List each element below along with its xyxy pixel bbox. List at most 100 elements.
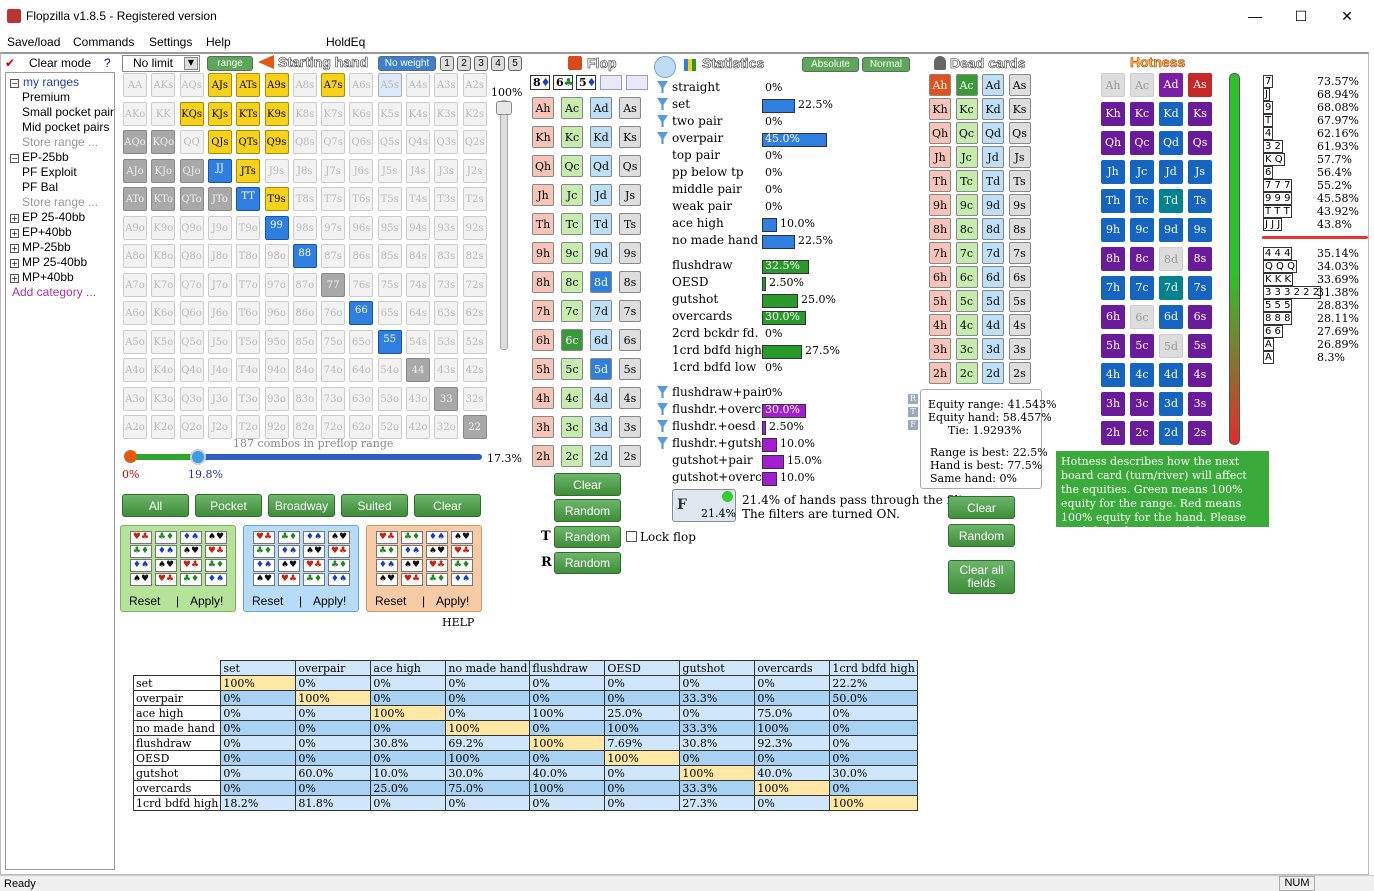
suit-combo-icon[interactable]: ♣♦ bbox=[253, 545, 275, 558]
hand-cell-K7o[interactable]: K7o bbox=[151, 272, 176, 297]
flop-card-7s[interactable]: 7s bbox=[619, 300, 641, 322]
vertical-slider[interactable] bbox=[500, 100, 508, 350]
weight-3-button[interactable]: 3 bbox=[474, 56, 488, 71]
hand-cell-T2s[interactable]: T2s bbox=[462, 187, 487, 211]
tree-item[interactable]: EP 25-40bb bbox=[22, 210, 110, 224]
weight-2-button[interactable]: 2 bbox=[457, 56, 471, 71]
suit-combo-icon[interactable]: ♥♣ bbox=[451, 545, 473, 558]
hand-cell-Q4o[interactable]: Q4o bbox=[179, 358, 204, 382]
hand-cell-Q5o[interactable]: Q5o bbox=[179, 329, 204, 354]
flop-card-5d[interactable]: 5d bbox=[590, 358, 612, 380]
dead-card-2d[interactable]: 2d bbox=[982, 362, 1004, 384]
maximize-button[interactable]: ☐ bbox=[1278, 0, 1324, 32]
hand-cell-KQo[interactable]: KQo bbox=[151, 130, 176, 154]
suit-combo-icon[interactable]: ♣♦ bbox=[180, 573, 202, 586]
flop-card-9s[interactable]: 9s bbox=[619, 242, 641, 264]
hand-cell-33[interactable]: 33 bbox=[434, 386, 459, 411]
hand-cell-53o[interactable]: 53o bbox=[377, 386, 402, 411]
suit-combo-icon[interactable]: ♣♦ bbox=[155, 531, 177, 544]
flop-card-9c[interactable]: 9c bbox=[561, 242, 583, 264]
hand-cell-A6o[interactable]: A6o bbox=[123, 301, 147, 325]
hand-cell-A8o[interactable]: A8o bbox=[123, 244, 147, 268]
hand-cell-A3s[interactable]: A3s bbox=[434, 73, 459, 97]
hand-cell-95o[interactable]: 95o bbox=[264, 329, 289, 354]
hand-cell-Q3o[interactable]: Q3o bbox=[179, 386, 204, 411]
flop-card-8s[interactable]: 8s bbox=[619, 271, 641, 293]
suit-combo-icon[interactable]: ♥♣ bbox=[303, 559, 325, 572]
tree-item[interactable]: EP-25bb bbox=[22, 150, 110, 164]
expand-toggle-icon[interactable]: + bbox=[10, 229, 19, 238]
suit-combo-icon[interactable]: ♦♠ bbox=[426, 531, 448, 544]
expand-toggle-icon[interactable]: + bbox=[10, 274, 19, 283]
hand-cell-QTs[interactable]: QTs bbox=[236, 130, 261, 154]
dead-card-8c[interactable]: 8c bbox=[955, 218, 978, 240]
dead-card-3d[interactable]: 3d bbox=[982, 338, 1004, 360]
weight-1-button[interactable]: 1 bbox=[440, 56, 454, 71]
hand-cell-AKs[interactable]: AKs bbox=[151, 73, 176, 97]
hand-cell-AJs[interactable]: AJs bbox=[207, 73, 232, 97]
flop-card-As[interactable]: As bbox=[619, 97, 641, 119]
hand-cell-86s[interactable]: 86s bbox=[349, 244, 374, 268]
hand-cell-AKo[interactable]: AKo bbox=[123, 101, 147, 126]
hand-cell-T3s[interactable]: T3s bbox=[434, 187, 459, 211]
hand-cell-A7o[interactable]: A7o bbox=[123, 272, 147, 297]
vertical-slider-handle[interactable] bbox=[496, 101, 512, 115]
flop-card-Qh[interactable]: Qh bbox=[532, 155, 554, 177]
hand-cell-Q9s[interactable]: Q9s bbox=[264, 130, 289, 154]
hand-cell-Q7o[interactable]: Q7o bbox=[179, 272, 204, 297]
hand-cell-96s[interactable]: 96s bbox=[349, 215, 374, 240]
hand-cell-A4s[interactable]: A4s bbox=[406, 73, 430, 97]
hand-cell-K2o[interactable]: K2o bbox=[151, 415, 176, 439]
suit-combo-icon[interactable]: ♦♠ bbox=[451, 573, 473, 586]
hand-cell-J4o[interactable]: J4o bbox=[207, 358, 232, 382]
dead-card-9c[interactable]: 9c bbox=[955, 194, 978, 216]
hand-cell-QTo[interactable]: QTo bbox=[179, 187, 204, 211]
hand-cell-Q6o[interactable]: Q6o bbox=[179, 301, 204, 325]
flop-card-8c[interactable]: 8c bbox=[561, 271, 583, 293]
dead-card-9s[interactable]: 9s bbox=[1008, 194, 1031, 216]
hand-cell-92o[interactable]: 92o bbox=[264, 415, 289, 439]
menu-help[interactable]: Help bbox=[206, 35, 231, 49]
suit-combo-icon[interactable]: ♥♣ bbox=[130, 531, 152, 544]
range-slider-min-handle[interactable] bbox=[124, 450, 137, 463]
suit-combo-icon[interactable]: ♣♦ bbox=[130, 545, 152, 558]
tree-item[interactable]: MP 25-40bb bbox=[22, 255, 110, 269]
dead-card-8d[interactable]: 8d bbox=[982, 218, 1004, 240]
dead-card-3h[interactable]: 3h bbox=[929, 338, 951, 360]
flop-random-button[interactable]: Random bbox=[554, 499, 621, 522]
hand-cell-K8s[interactable]: K8s bbox=[292, 101, 317, 126]
hand-cell-A5s[interactable]: A5s bbox=[377, 73, 402, 97]
flop-card-Js[interactable]: Js bbox=[619, 184, 641, 206]
suit-combo-icon[interactable]: ♦♠ bbox=[328, 573, 350, 586]
flop-card-Kc[interactable]: Kc bbox=[561, 126, 583, 148]
flop-card-6c[interactable]: 6c bbox=[561, 329, 583, 351]
dead-card-3s[interactable]: 3s bbox=[1008, 338, 1031, 360]
hand-cell-A8s[interactable]: A8s bbox=[292, 73, 317, 97]
hand-cell-A5o[interactable]: A5o bbox=[123, 329, 147, 354]
hand-cell-T7o[interactable]: T7o bbox=[236, 272, 261, 297]
suit-combo-icon[interactable]: ♠♥ bbox=[303, 545, 325, 558]
hand-cell-A9s[interactable]: A9s bbox=[264, 73, 289, 97]
suit-combo-icon[interactable]: ♥♣ bbox=[401, 573, 423, 586]
turn-slot[interactable] bbox=[600, 75, 622, 90]
hand-cell-J6o[interactable]: J6o bbox=[207, 301, 232, 325]
dead-card-9d[interactable]: 9d bbox=[982, 194, 1004, 216]
hand-cell-AQo[interactable]: AQo bbox=[123, 130, 147, 154]
hand-cell-T8o[interactable]: T8o bbox=[236, 244, 261, 268]
flop-card-7c[interactable]: 7c bbox=[561, 300, 583, 322]
hand-cell-JTs[interactable]: JTs bbox=[236, 158, 261, 183]
board-card-2[interactable]: 6♣ bbox=[553, 75, 574, 90]
flop-card-Jd[interactable]: Jd bbox=[590, 184, 612, 206]
hand-cell-Q8o[interactable]: Q8o bbox=[179, 244, 204, 268]
hand-cell-T4o[interactable]: T4o bbox=[236, 358, 261, 382]
menu-settings[interactable]: Settings bbox=[149, 35, 192, 49]
flop-card-Qs[interactable]: Qs bbox=[619, 155, 641, 177]
dead-card-7h[interactable]: 7h bbox=[929, 242, 951, 264]
hand-cell-43o[interactable]: 43o bbox=[406, 386, 430, 411]
weight-5-button[interactable]: 5 bbox=[508, 56, 522, 71]
normal-button[interactable]: Normal bbox=[862, 57, 910, 72]
hand-cell-KJs[interactable]: KJs bbox=[207, 101, 232, 126]
menu-holdeq[interactable]: HoldEq bbox=[326, 35, 365, 49]
apply-button[interactable]: Apply! bbox=[313, 594, 346, 608]
hand-cell-83o[interactable]: 83o bbox=[292, 386, 317, 411]
